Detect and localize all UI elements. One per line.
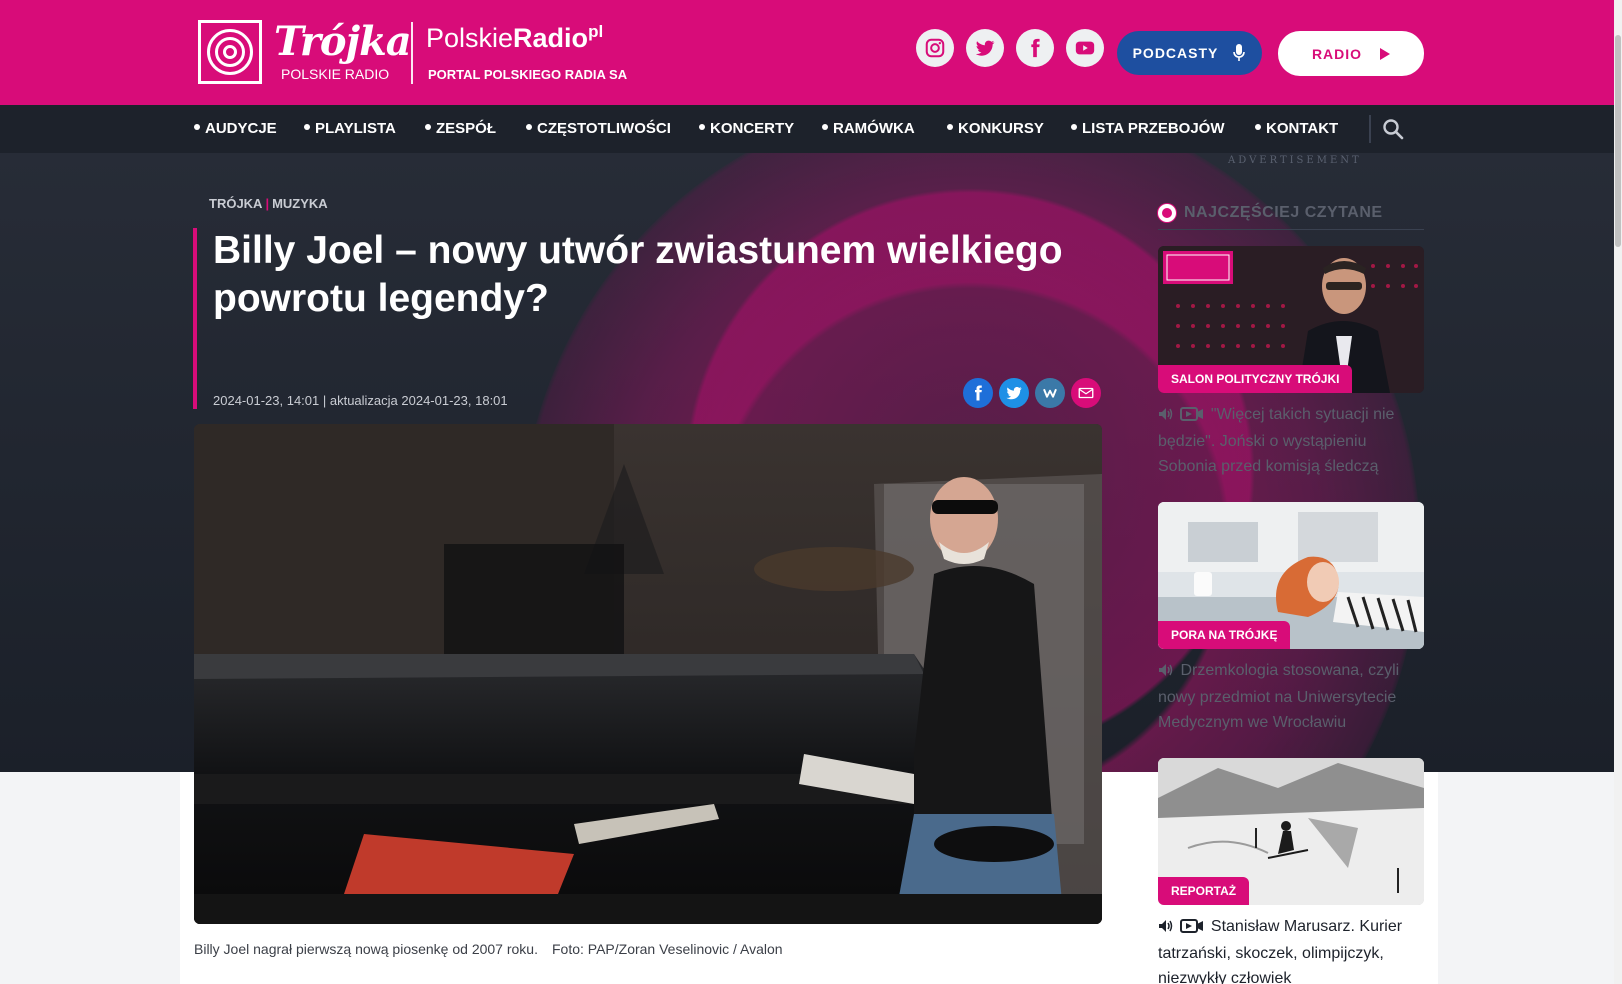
breadcrumb-trojka[interactable]: TRÓJKA xyxy=(209,196,262,211)
trojka-logo-icon[interactable] xyxy=(198,20,262,84)
bullet-icon xyxy=(1158,204,1176,222)
nav-item-czestotliwosci[interactable]: CZĘSTOTLIWOŚCI xyxy=(526,120,671,137)
portal-subtitle: PORTAL POLSKIEGO RADIA SA xyxy=(428,67,628,82)
most-read-card-2-title[interactable]: Drzemkologia stosowana, czyli nowy przed… xyxy=(1158,658,1424,735)
radio-label: RADIO xyxy=(1311,45,1363,62)
advertisement-label: ADVERTISEMENT xyxy=(1228,155,1362,166)
nav-item-kontakt[interactable]: KONTAKT xyxy=(1255,120,1338,137)
logo-subtitle: POLSKIE RADIO xyxy=(281,66,390,82)
breadcrumb-muzyka[interactable]: MUZYKA xyxy=(272,196,328,211)
nav-item-playlista[interactable]: PLAYLISTA xyxy=(304,120,396,137)
twitter-icon[interactable] xyxy=(966,29,1004,67)
search-icon[interactable] xyxy=(1382,118,1404,140)
share-wykop-icon[interactable] xyxy=(1035,378,1065,408)
card-tag[interactable]: REPORTAŻ xyxy=(1158,877,1250,905)
article-date: 2024-01-23, 14:01 | aktualizacja 2024-01… xyxy=(213,393,508,408)
card-tag[interactable]: SALON POLITYCZNY TRÓJKI xyxy=(1158,365,1353,393)
share-twitter-icon[interactable] xyxy=(999,378,1029,408)
nav-item-zespol[interactable]: ZESPÓŁ xyxy=(425,120,496,137)
site-header: Trójka POLSKIE RADIO PolskieRadiopl PORT… xyxy=(0,0,1614,105)
title-accent-bar xyxy=(193,228,197,409)
photo-credit: Foto: PAP/Zoran Veselinovic / Avalon xyxy=(551,941,783,957)
most-read-card-1-title[interactable]: "Więcej takich sytuacji nie będzie". Joń… xyxy=(1158,402,1424,479)
audio-icon xyxy=(1158,404,1174,429)
share-facebook-icon[interactable] xyxy=(963,378,993,408)
breadcrumb: TRÓJKA | MUZYKA xyxy=(209,196,328,211)
facebook-icon[interactable] xyxy=(1016,29,1054,67)
audio-icon xyxy=(1158,916,1174,941)
nav-item-koncerty[interactable]: KONCERTY xyxy=(699,120,794,137)
nav-item-ramowka[interactable]: RAMÓWKA xyxy=(822,120,915,137)
youtube-icon[interactable] xyxy=(1066,29,1104,67)
main-nav: AUDYCJE PLAYLISTA ZESPÓŁ CZĘSTOTLIWOŚCI … xyxy=(0,105,1614,153)
video-icon xyxy=(1180,404,1204,429)
caption-text: Billy Joel nagrał pierwszą nową piosenkę… xyxy=(194,941,538,957)
nav-item-audycje[interactable]: AUDYCJE xyxy=(194,120,277,137)
polskieradio-logo[interactable]: PolskieRadiopl xyxy=(426,22,603,54)
most-read-heading: NAJCZĘŚCIEJ CZYTANE xyxy=(1158,204,1424,230)
share-email-icon[interactable] xyxy=(1071,378,1101,408)
instagram-icon[interactable] xyxy=(916,29,954,67)
logo-name[interactable]: Trójka xyxy=(274,18,412,65)
article-photo[interactable] xyxy=(194,424,1102,924)
podcasty-button[interactable]: PODCASTY xyxy=(1117,31,1262,75)
podcasty-label: PODCASTY xyxy=(1132,45,1219,61)
most-read-card-3-image[interactable]: REPORTAŻ xyxy=(1158,758,1424,905)
most-read-card-2-image[interactable]: PORA NA TRÓJKĘ xyxy=(1158,502,1424,649)
logo-divider xyxy=(411,22,413,84)
play-icon xyxy=(1380,47,1391,60)
audio-icon xyxy=(1158,660,1174,685)
most-read-card-1-image[interactable]: SALON POLITYCZNY TRÓJKI xyxy=(1158,246,1424,393)
radio-button[interactable]: RADIO xyxy=(1278,31,1424,76)
billy-joel-photo xyxy=(194,424,1102,924)
article-title: Billy Joel – nowy utwór zwiastunem wielk… xyxy=(213,229,1063,320)
microphone-icon xyxy=(1233,44,1246,61)
nav-item-konkursy[interactable]: KONKURSY xyxy=(947,120,1044,137)
nav-item-lista-przebojow[interactable]: LISTA PRZEBOJÓW xyxy=(1071,120,1225,137)
scrollbar-thumb[interactable] xyxy=(1615,35,1621,247)
video-icon xyxy=(1180,916,1204,941)
nav-separator xyxy=(1369,115,1371,143)
page-scrollbar[interactable] xyxy=(1614,0,1622,984)
card-tag[interactable]: PORA NA TRÓJKĘ xyxy=(1158,621,1291,649)
photo-caption: Billy Joel nagrał pierwszą nową piosenkę… xyxy=(194,941,783,957)
most-read-card-3-title[interactable]: Stanisław Marusarz. Kurier tatrzański, s… xyxy=(1158,914,1424,984)
